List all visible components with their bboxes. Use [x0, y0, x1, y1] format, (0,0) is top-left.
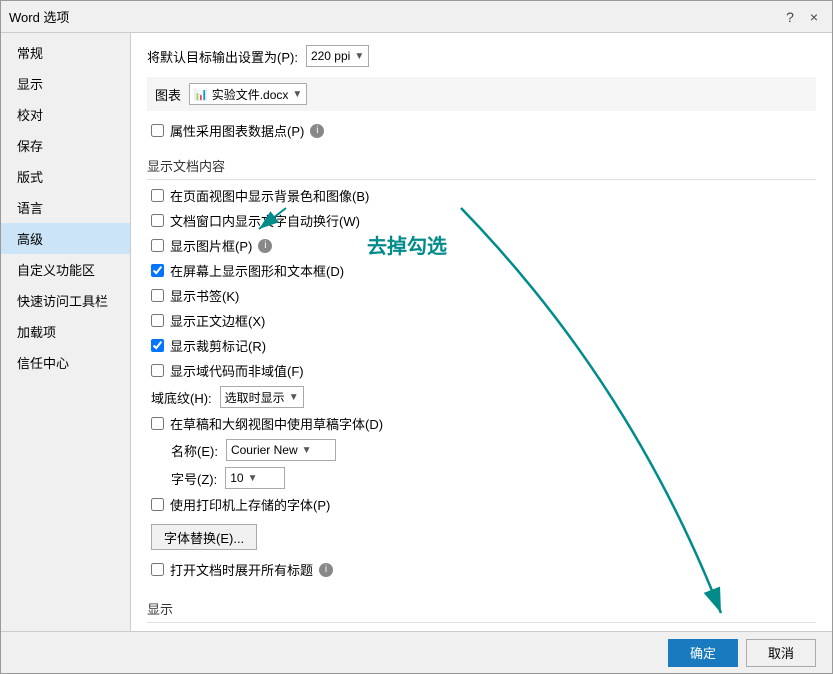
font-sub-button[interactable]: 字体替换(E)...: [151, 524, 257, 550]
field-shading-label: 域底纹(H):: [151, 388, 212, 407]
dpi-label: 将默认目标输出设置为(P):: [147, 47, 298, 66]
dpi-arrow-icon: ▼: [354, 51, 364, 62]
checkbox-show-shapes[interactable]: [151, 264, 164, 277]
checkbox-field-codes-label[interactable]: 显示域代码而非域值(F): [170, 361, 304, 380]
checkbox-bg-color-label[interactable]: 在页面视图中显示背景色和图像(B): [170, 186, 369, 205]
sidebar-item-save[interactable]: 保存: [1, 130, 130, 161]
checkbox-bg-color-row: 在页面视图中显示背景色和图像(B): [147, 186, 816, 205]
font-size-label: 字号(Z):: [171, 469, 217, 488]
cancel-button[interactable]: 取消: [746, 639, 816, 667]
ok-button[interactable]: 确定: [668, 639, 738, 667]
font-size-dropdown[interactable]: 10 ▼: [225, 467, 285, 489]
checkbox-draft-font-row: 在草稿和大纲视图中使用草稿字体(D): [147, 414, 816, 433]
checkbox-bg-color[interactable]: [151, 189, 164, 202]
checkbox-field-codes[interactable]: [151, 364, 164, 377]
checkbox-expand-titles-row: 打开文档时展开所有标题 i: [147, 560, 816, 579]
font-name-dropdown[interactable]: Courier New ▼: [226, 439, 336, 461]
chart-section: 图表 📊 实验文件.docx ▼: [147, 77, 816, 111]
checkbox-text-scroll[interactable]: [151, 214, 164, 227]
checkbox-bookmarks-label[interactable]: 显示书签(K): [170, 286, 239, 305]
checkbox-show-shapes-label[interactable]: 在屏幕上显示图形和文本框(D): [170, 261, 344, 280]
info-icon-chart: i: [310, 124, 324, 138]
checkbox-border-row: 显示正文边框(X): [147, 311, 816, 330]
checkbox-crop-row: 显示裁剪标记(R): [147, 336, 816, 355]
checkbox-crop-label[interactable]: 显示裁剪标记(R): [170, 336, 266, 355]
chart-label: 图表: [155, 85, 181, 104]
sidebar-item-display[interactable]: 显示: [1, 68, 130, 99]
field-shading-row: 域底纹(H): 选取时显示 ▼: [147, 386, 816, 408]
checkbox-draft-font[interactable]: [151, 417, 164, 430]
checkbox-text-scroll-row: 文档窗口内显示文字自动换行(W): [147, 211, 816, 230]
chart-arrow-icon: ▼: [292, 89, 302, 100]
checkbox-border[interactable]: [151, 314, 164, 327]
checkbox-expand-titles-label[interactable]: 打开文档时展开所有标题: [170, 560, 313, 579]
font-size-arrow-icon: ▼: [248, 473, 258, 484]
word-options-dialog: Word 选项 ? × 常规显示校对保存版式语言高级自定义功能区快速访问工具栏加…: [0, 0, 833, 674]
field-shading-dropdown[interactable]: 选取时显示 ▼: [220, 386, 304, 408]
dialog-body: 常规显示校对保存版式语言高级自定义功能区快速访问工具栏加载项信任中心 将默认目标…: [1, 33, 832, 631]
font-size-row: 字号(Z): 10 ▼: [147, 467, 816, 489]
field-shading-arrow-icon: ▼: [289, 392, 299, 403]
section-display: 显示: [147, 591, 816, 623]
dpi-row: 将默认目标输出设置为(P): 220 ppi ▼: [147, 45, 816, 67]
title-bar: Word 选项 ? ×: [1, 1, 832, 33]
checkbox-field-codes-row: 显示域代码而非域值(F): [147, 361, 816, 380]
checkbox-show-pic-label[interactable]: 显示图片框(P): [170, 236, 252, 255]
sidebar-item-quick_access[interactable]: 快速访问工具栏: [1, 285, 130, 316]
checkbox-chart-data-label[interactable]: 属性采用图表数据点(P): [170, 121, 304, 140]
font-name-label: 名称(E):: [171, 441, 218, 460]
sidebar-item-language[interactable]: 语言: [1, 192, 130, 223]
sidebar: 常规显示校对保存版式语言高级自定义功能区快速访问工具栏加载项信任中心: [1, 33, 131, 631]
title-bar-buttons: ? ×: [780, 7, 824, 27]
checkbox-chart-data[interactable]: [151, 124, 164, 137]
content-area: 将默认目标输出设置为(P): 220 ppi ▼ 图表 📊 实验文件.docx …: [131, 33, 832, 631]
sidebar-item-advanced[interactable]: 高级: [1, 223, 130, 254]
checkbox-printer-font-label[interactable]: 使用打印机上存储的字体(P): [170, 495, 330, 514]
checkbox-printer-font[interactable]: [151, 498, 164, 511]
checkbox-show-pic[interactable]: [151, 239, 164, 252]
font-name-arrow-icon: ▼: [302, 445, 312, 456]
checkbox-show-shapes-row: 在屏幕上显示图形和文本框(D): [147, 261, 816, 280]
footer: 确定 取消: [1, 631, 832, 673]
checkbox-show-pic-row: 显示图片框(P) i 去掉勾选: [147, 236, 816, 255]
sidebar-item-general[interactable]: 常规: [1, 37, 130, 68]
checkbox-bookmarks[interactable]: [151, 289, 164, 302]
help-button[interactable]: ?: [780, 7, 800, 27]
checkbox-text-scroll-label[interactable]: 文档窗口内显示文字自动换行(W): [170, 211, 360, 230]
info-icon-pic: i: [258, 239, 272, 253]
font-size-value: 10: [230, 471, 243, 485]
dpi-dropdown[interactable]: 220 ppi ▼: [306, 45, 369, 67]
checkbox-chart-data-row: 属性采用图表数据点(P) i: [147, 121, 816, 140]
chart-file-dropdown[interactable]: 📊 实验文件.docx ▼: [189, 83, 307, 105]
font-sub-row: 字体替换(E)...: [147, 524, 816, 550]
dialog-title: Word 选项: [9, 7, 69, 26]
sidebar-item-addins[interactable]: 加载项: [1, 316, 130, 347]
section-show-doc: 显示文档内容: [147, 148, 816, 180]
sidebar-item-customize[interactable]: 自定义功能区: [1, 254, 130, 285]
checkbox-printer-font-row: 使用打印机上存储的字体(P): [147, 495, 816, 514]
content-wrapper: 将默认目标输出设置为(P): 220 ppi ▼ 图表 📊 实验文件.docx …: [131, 33, 832, 631]
checkbox-bookmarks-row: 显示书签(K): [147, 286, 816, 305]
checkbox-border-label[interactable]: 显示正文边框(X): [170, 311, 265, 330]
sidebar-item-format[interactable]: 版式: [1, 161, 130, 192]
font-name-row: 名称(E): Courier New ▼: [147, 439, 816, 461]
font-name-value: Courier New: [231, 443, 298, 457]
annotation-text: 去掉勾选: [367, 230, 447, 259]
checkbox-expand-titles[interactable]: [151, 563, 164, 576]
sidebar-item-trust_center[interactable]: 信任中心: [1, 347, 130, 378]
info-icon-expand: i: [319, 563, 333, 577]
sidebar-item-proofing[interactable]: 校对: [1, 99, 130, 130]
field-shading-value: 选取时显示: [225, 389, 285, 406]
chart-file-value: 实验文件.docx: [212, 86, 289, 103]
checkbox-draft-font-label[interactable]: 在草稿和大纲视图中使用草稿字体(D): [170, 414, 383, 433]
checkbox-crop-marks[interactable]: [151, 339, 164, 352]
close-button[interactable]: ×: [804, 7, 824, 27]
dpi-value: 220 ppi: [311, 49, 350, 63]
